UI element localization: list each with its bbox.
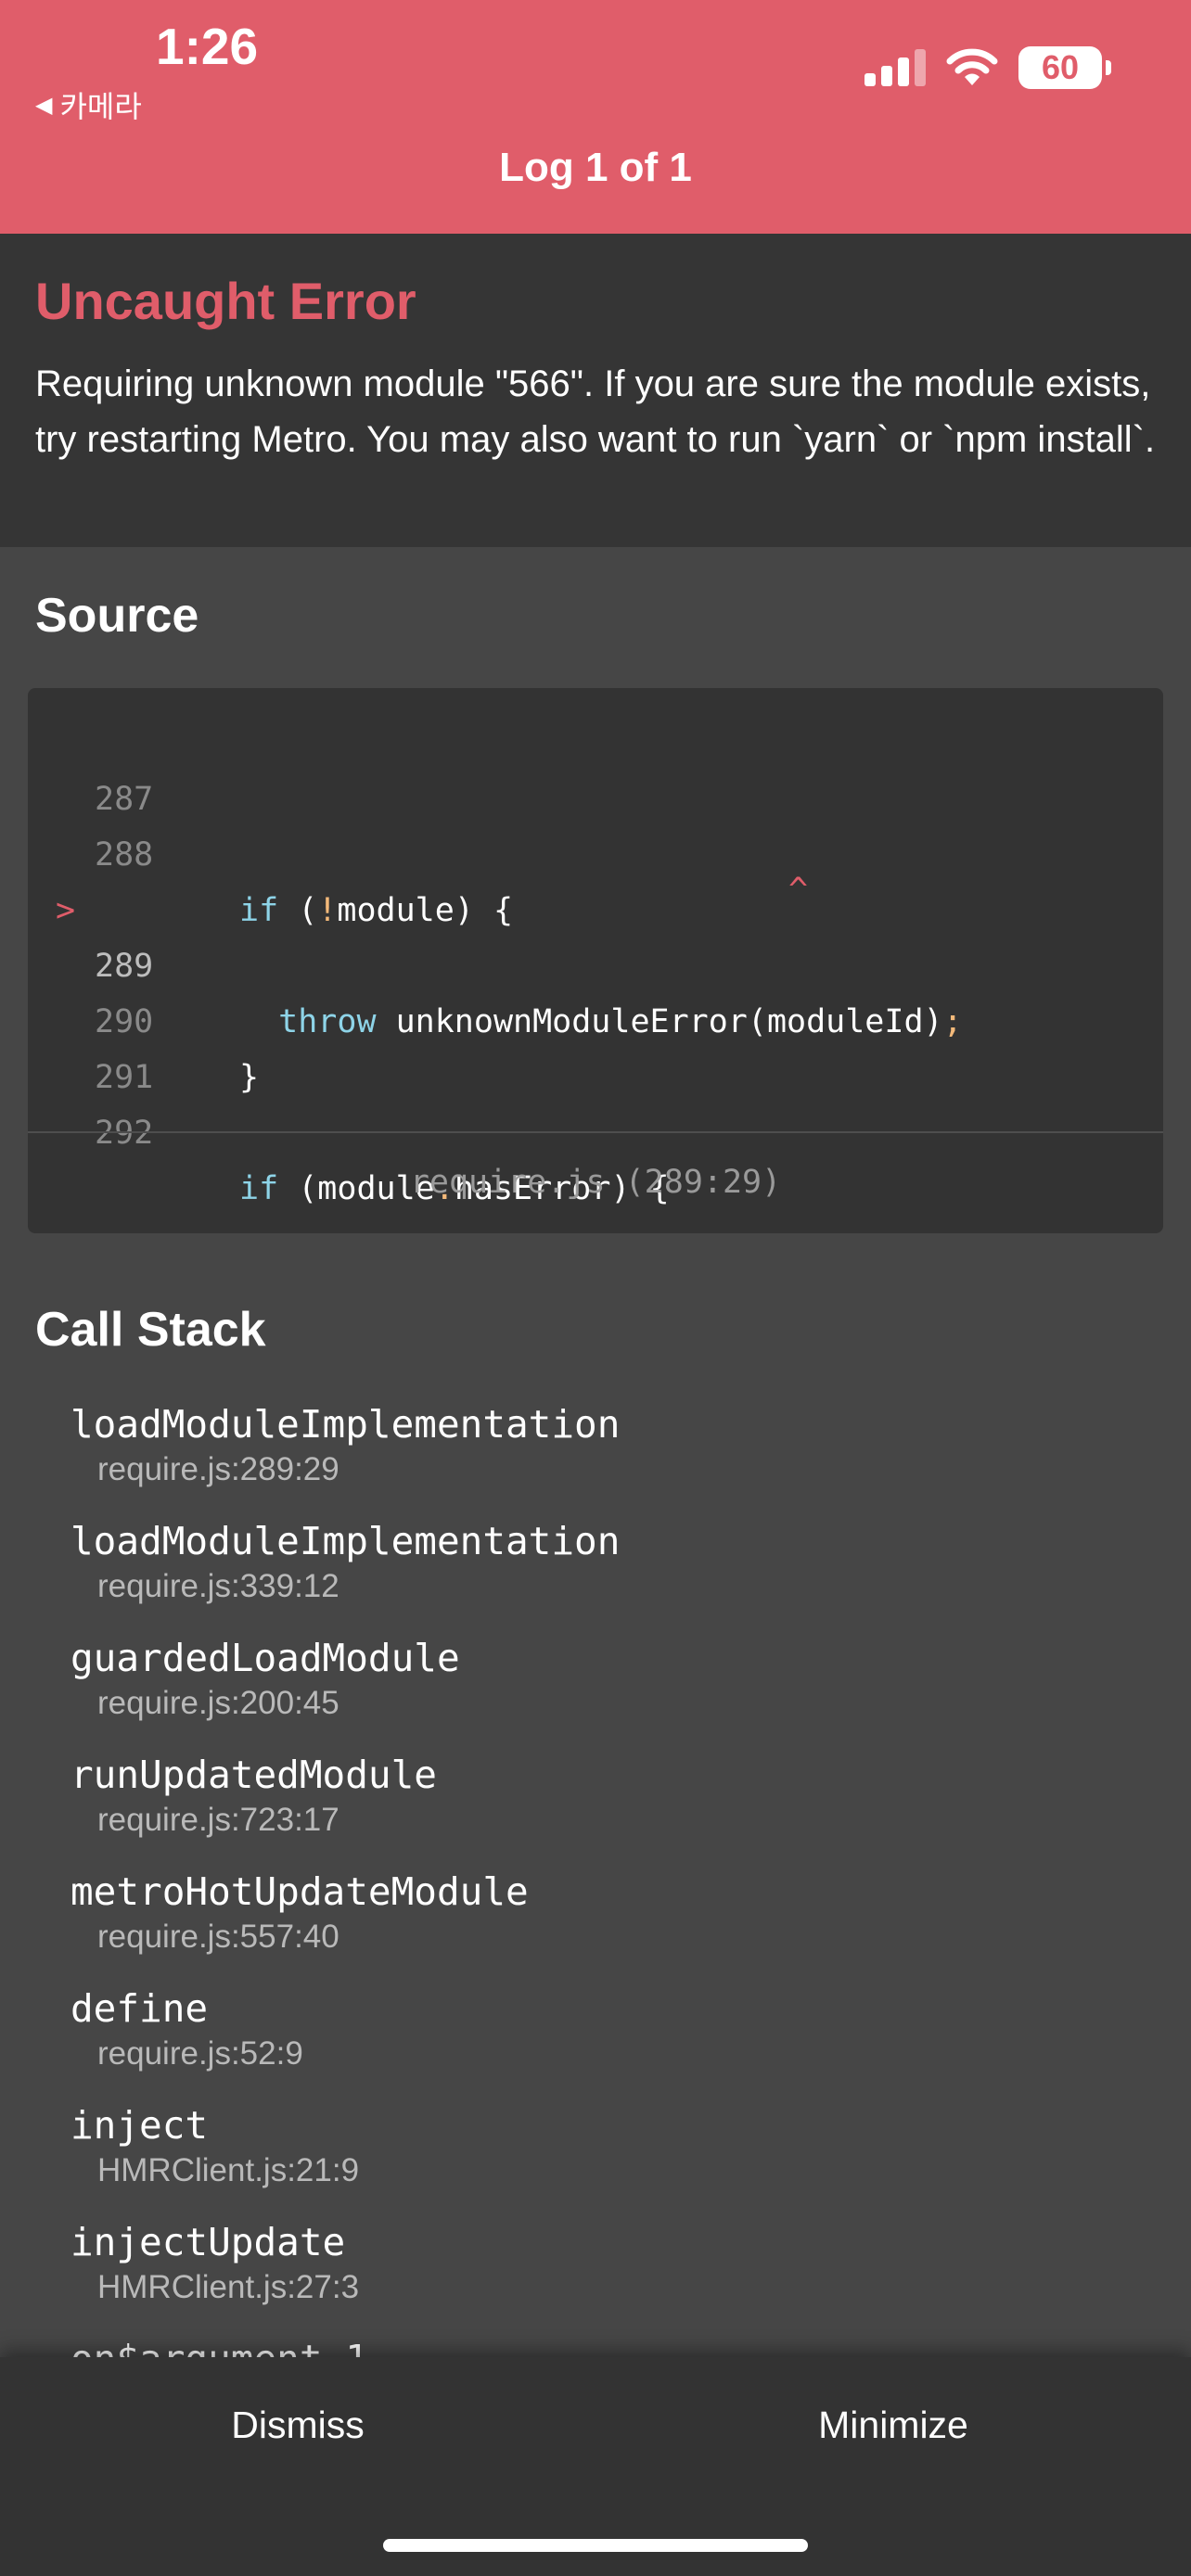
cellular-signal-icon	[864, 49, 926, 86]
stack-frame[interactable]: inject HMRClient.js:21:9	[70, 2101, 359, 2192]
frame-location: HMRClient.js:21:9	[97, 2152, 360, 2188]
frame-location: require.js:557:40	[97, 1919, 339, 1955]
code-line: 287	[28, 716, 1163, 818]
frame-location: require.js:52:9	[97, 2035, 303, 2072]
log-title: Log 1 of 1	[499, 145, 692, 190]
back-to-camera-link[interactable]: ◀ 카메라	[35, 83, 142, 126]
error-column-caret: ^	[788, 872, 809, 909]
call-stack-heading: Call Stack	[35, 1303, 266, 1357]
error-message: Requiring unknown module "566". If you a…	[35, 363, 1156, 460]
frame-function: injectUpdate	[70, 2220, 346, 2264]
frame-location: require.js:339:12	[97, 1568, 339, 1604]
frame-function: guardedLoadModule	[70, 1636, 460, 1680]
error-line-marker: >	[56, 892, 76, 929]
dismiss-button[interactable]: Dismiss	[0, 2357, 596, 2493]
source-code-frame[interactable]: 287 288 if (!module) { > 289 throw unkno…	[28, 688, 1163, 1233]
stack-frame[interactable]: loadModuleImplementation require.js:289:…	[70, 1400, 620, 1491]
frame-location: require.js:723:17	[97, 1802, 339, 1838]
log-header: 1:26 ◀ 카메라 60 Log 1 of 1	[0, 0, 1191, 234]
frame-function: loadModuleImplementation	[70, 1519, 621, 1563]
battery-icon: 60	[1018, 46, 1111, 89]
stack-frame[interactable]: injectUpdate HMRClient.js:27:3	[70, 2218, 359, 2309]
stack-frame[interactable]: guardedLoadModule require.js:200:45	[70, 1634, 460, 1725]
frame-function: metroHotUpdateModule	[70, 1869, 529, 1914]
code-line: 288 if (!module) {	[28, 772, 1163, 929]
source-heading: Source	[35, 589, 199, 643]
status-time: 1:26	[156, 18, 259, 75]
error-title: Uncaught Error	[35, 272, 416, 330]
minimize-button[interactable]: Minimize	[596, 2357, 1191, 2493]
stack-frame[interactable]: loadModuleImplementation require.js:339:…	[70, 1517, 620, 1608]
home-indicator[interactable]	[383, 2539, 808, 2552]
error-panel: Uncaught Error Requiring unknown module …	[0, 234, 1191, 547]
back-label: 카메라	[59, 90, 142, 123]
frame-function: define	[70, 1986, 209, 2031]
frame-function: runUpdatedModule	[70, 1753, 437, 1797]
stack-frame[interactable]: metroHotUpdateModule require.js:557:40	[70, 1868, 529, 1958]
code-line: 291	[28, 994, 1163, 1096]
code-line: 292 if (module.hasError) {	[28, 1050, 1163, 1207]
frame-location: require.js:200:45	[97, 1685, 339, 1721]
wifi-icon	[946, 48, 998, 85]
status-icons: 60	[864, 46, 1111, 89]
frame-function: inject	[70, 2103, 209, 2148]
frame-location: require.js:289:29	[97, 1451, 339, 1487]
code-line-highlighted: > 289 throw unknownModuleError(moduleId)…	[28, 827, 1163, 1040]
back-arrow-icon: ◀	[35, 92, 53, 118]
code-text: if (!module) {	[239, 892, 514, 929]
frame-function: loadModuleImplementation	[70, 1402, 621, 1447]
code-line: 290 }	[28, 938, 1163, 1096]
frame-location: HMRClient.js:27:3	[97, 2269, 360, 2305]
stack-frame[interactable]: runUpdatedModule require.js:723:17	[70, 1751, 437, 1842]
source-file-location[interactable]: require.js (289:29)	[28, 1131, 1163, 1233]
stack-frame[interactable]: define require.js:52:9	[70, 1984, 303, 2075]
